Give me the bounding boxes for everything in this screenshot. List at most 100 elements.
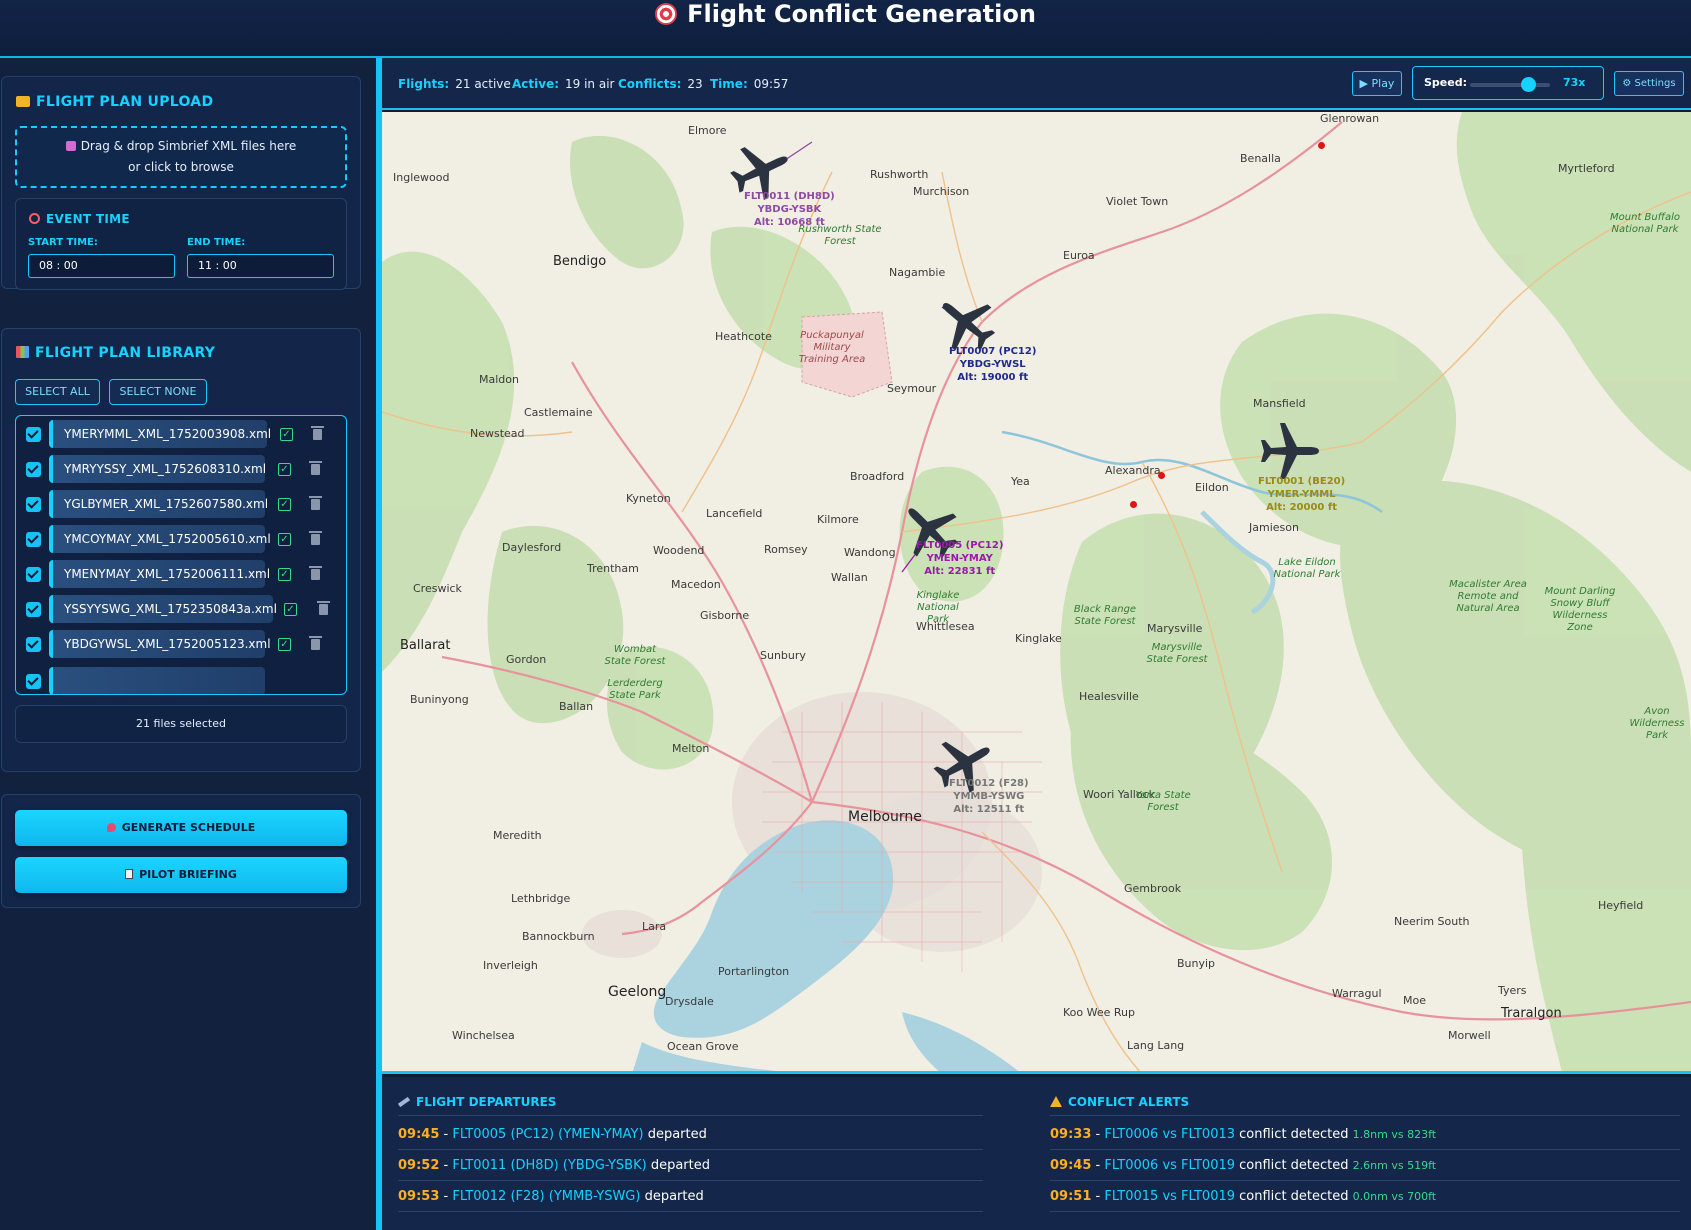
trash-icon[interactable] xyxy=(311,426,324,440)
place-label: Romsey xyxy=(764,543,808,556)
upload-panel: FLIGHT PLAN UPLOAD Drag & drop Simbrief … xyxy=(1,76,361,290)
park-label: Macalister Area Remote and Natural Area xyxy=(1449,579,1527,614)
conflict-item: 09:51 - FLT0015 vs FLT0019 conflict dete… xyxy=(1050,1189,1437,1204)
clipboard-icon xyxy=(125,869,134,879)
active-stat: Active: 19 in air xyxy=(512,77,614,91)
place-label: Wallan xyxy=(831,571,868,584)
place-label: Tyers xyxy=(1498,984,1527,997)
flight-label-flt0001: FLT0001 (BE20) YMER-YMML Alt: 20000 ft xyxy=(1258,476,1346,513)
place-label: Euroa xyxy=(1063,249,1095,262)
speed-label: Speed: xyxy=(1424,76,1467,89)
divider xyxy=(1050,1211,1680,1212)
target-icon xyxy=(655,3,678,25)
file-row[interactable] xyxy=(16,666,346,694)
park-label: Mount Buffalo National Park xyxy=(1610,212,1680,235)
file-dropzone[interactable]: Drag & drop Simbrief XML files here or c… xyxy=(15,126,347,188)
divider xyxy=(1050,1149,1680,1150)
place-label: Mansfield xyxy=(1253,397,1306,410)
generate-schedule-button[interactable]: GENERATE SCHEDULE xyxy=(15,810,347,846)
settings-button[interactable]: ⚙ Settings xyxy=(1614,71,1684,96)
park-label: Marysville State Forest xyxy=(1146,642,1208,665)
place-label: Ocean Grove xyxy=(667,1040,739,1053)
place-label: Marysville xyxy=(1147,622,1203,635)
speed-slider[interactable] xyxy=(1470,77,1550,92)
departure-item: 09:53 - FLT0012 (F28) (YMMB-YSWG) depart… xyxy=(398,1189,704,1204)
conflicts-value: 23 xyxy=(687,77,703,91)
trash-icon[interactable] xyxy=(309,531,322,545)
departures-title-text: FLIGHT DEPARTURES xyxy=(416,1095,557,1109)
park-label: Wombat State Forest xyxy=(604,644,666,667)
file-row[interactable]: YMRYYSSY_XML_1752608310.xml ✓ xyxy=(16,454,346,484)
file-row[interactable]: YSSYYSWG_XML_1752350843a.xml ✓ xyxy=(16,594,346,624)
trash-icon[interactable] xyxy=(309,496,322,510)
end-time-label: END TIME: xyxy=(187,237,246,248)
file-list: YMERYMML_XML_1752003908.xml ✓ YMRYYSSY_X… xyxy=(15,415,347,695)
time-label: Time: xyxy=(710,77,748,91)
place-label: Lara xyxy=(642,920,667,933)
dropzone-line1: Drag & drop Simbrief XML files here xyxy=(17,136,345,157)
file-checkbox[interactable] xyxy=(26,427,41,442)
file-row[interactable]: YMENYMAY_XML_1752006111.xml ✓ xyxy=(16,559,346,589)
app-title: Flight Conflict Generation xyxy=(0,0,1691,28)
waypoint-dot xyxy=(1130,501,1137,508)
upload-title: FLIGHT PLAN UPLOAD xyxy=(16,94,213,110)
place-label: Heathcote xyxy=(715,330,772,343)
file-checkbox[interactable] xyxy=(26,497,41,512)
speed-control: Speed: 73x xyxy=(1412,66,1604,100)
place-label: Bannockburn xyxy=(522,930,595,943)
park-label: Avon Wilderness Park xyxy=(1629,706,1685,741)
place-label: Healesville xyxy=(1079,690,1139,703)
generate-schedule-label: GENERATE SCHEDULE xyxy=(121,821,256,834)
select-none-button[interactable]: SELECT NONE xyxy=(109,379,207,405)
pilot-briefing-label: PILOT BRIEFING xyxy=(139,868,237,881)
place-label: Jamieson xyxy=(1249,521,1299,534)
place-label: Melbourne xyxy=(848,809,922,825)
place-label: Traralgon xyxy=(1501,1006,1562,1021)
file-name: YMERYMML_XML_1752003908.xml xyxy=(49,420,271,448)
file-row[interactable]: YMERYMML_XML_1752003908.xml ✓ xyxy=(16,419,346,449)
file-name: YSSYYSWG_XML_1752350843a.xml xyxy=(49,595,277,623)
place-label: Kyneton xyxy=(626,492,671,505)
file-checkbox[interactable] xyxy=(26,602,41,617)
file-checkbox[interactable] xyxy=(26,567,41,582)
place-label: Warragul xyxy=(1332,987,1382,1000)
start-time-input[interactable]: 08 : 00 xyxy=(28,254,175,278)
file-checkbox[interactable] xyxy=(26,532,41,547)
main-area: Flights: 21 active Active: 19 in air Confl… xyxy=(376,58,1691,1230)
file-row[interactable]: YBDGYWSL_XML_1752005123.xml ✓ xyxy=(16,629,346,659)
trash-icon[interactable] xyxy=(309,566,322,580)
play-button[interactable]: ▶ Play xyxy=(1352,71,1402,96)
place-label: Gordon xyxy=(506,653,547,666)
file-checkbox[interactable] xyxy=(26,462,41,477)
file-checkbox[interactable] xyxy=(26,674,41,689)
select-all-button[interactable]: SELECT ALL xyxy=(15,379,100,405)
place-label: Buninyong xyxy=(410,693,469,706)
speed-slider-thumb[interactable] xyxy=(1520,77,1536,92)
flight-map[interactable]: Glenrowan Elmore Benalla Myrtleford Ingl… xyxy=(382,112,1691,1074)
place-label: Moe xyxy=(1403,994,1426,1007)
place-label: Geelong xyxy=(608,984,667,1000)
file-row[interactable]: YMCOYMAY_XML_1752005610.xml ✓ xyxy=(16,524,346,554)
upload-title-text: FLIGHT PLAN UPLOAD xyxy=(36,94,214,110)
valid-check-icon: ✓ xyxy=(280,428,293,441)
file-name-partial xyxy=(49,667,265,694)
trash-icon[interactable] xyxy=(309,636,322,650)
file-checkbox[interactable] xyxy=(26,637,41,652)
place-label: Daylesford xyxy=(502,541,562,554)
valid-check-icon: ✓ xyxy=(278,498,291,511)
pilot-briefing-button[interactable]: PILOT BRIEFING xyxy=(15,857,347,893)
end-time-input[interactable]: 11 : 00 xyxy=(187,254,334,278)
file-name: YGLBYMER_XML_1752607580.xml xyxy=(49,490,268,518)
file-row[interactable]: YGLBYMER_XML_1752607580.xml ✓ xyxy=(16,489,346,519)
place-label: Yea xyxy=(1011,475,1030,488)
park-label: Kinglake National Park xyxy=(916,590,960,625)
trash-icon[interactable] xyxy=(317,601,330,615)
conflicts-title-text: CONFLICT ALERTS xyxy=(1068,1095,1190,1109)
place-label: Alexandra xyxy=(1105,464,1161,477)
place-label: Creswick xyxy=(413,582,462,595)
event-time-title: EVENT TIME xyxy=(29,212,130,226)
place-label: Woodend xyxy=(653,544,705,557)
place-label: Portarlington xyxy=(718,965,790,978)
trash-icon[interactable] xyxy=(309,461,322,475)
place-label: Drysdale xyxy=(665,995,714,1008)
